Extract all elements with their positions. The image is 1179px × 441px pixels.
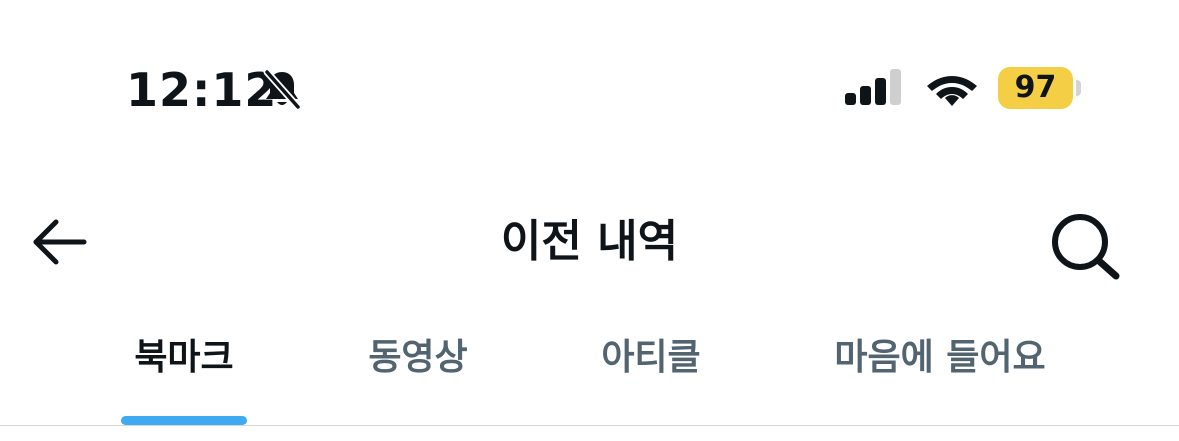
battery-level: 97 (1014, 70, 1057, 105)
search-icon (1052, 214, 1120, 280)
status-bar: 12:12 97 (0, 0, 1179, 150)
tab-bar: 북마크 동영상 아티클 마음에 들어요 (0, 325, 1179, 425)
header: 이전 내역 (0, 190, 1179, 290)
active-tab-indicator (121, 416, 247, 425)
tab-videos[interactable]: 동영상 (348, 325, 488, 425)
tab-likes[interactable]: 마음에 들어요 (820, 325, 1060, 425)
tab-label: 아티클 (601, 337, 701, 378)
battery-cap (1076, 80, 1081, 96)
cellular-signal-icon (845, 69, 901, 105)
bell-slash-icon (263, 68, 302, 110)
search-button[interactable] (1046, 210, 1126, 280)
tab-divider (0, 425, 1179, 426)
tab-articles[interactable]: 아티클 (581, 325, 721, 425)
wifi-icon (927, 76, 977, 106)
battery-icon: 97 (998, 67, 1082, 109)
tab-bookmarks[interactable]: 북마크 (112, 325, 256, 425)
tab-label: 북마크 (134, 337, 234, 378)
status-time: 12:12 (126, 63, 278, 117)
page-title: 이전 내역 (500, 216, 679, 267)
tab-label: 마음에 들어요 (834, 337, 1046, 378)
tab-label: 동영상 (368, 337, 468, 378)
